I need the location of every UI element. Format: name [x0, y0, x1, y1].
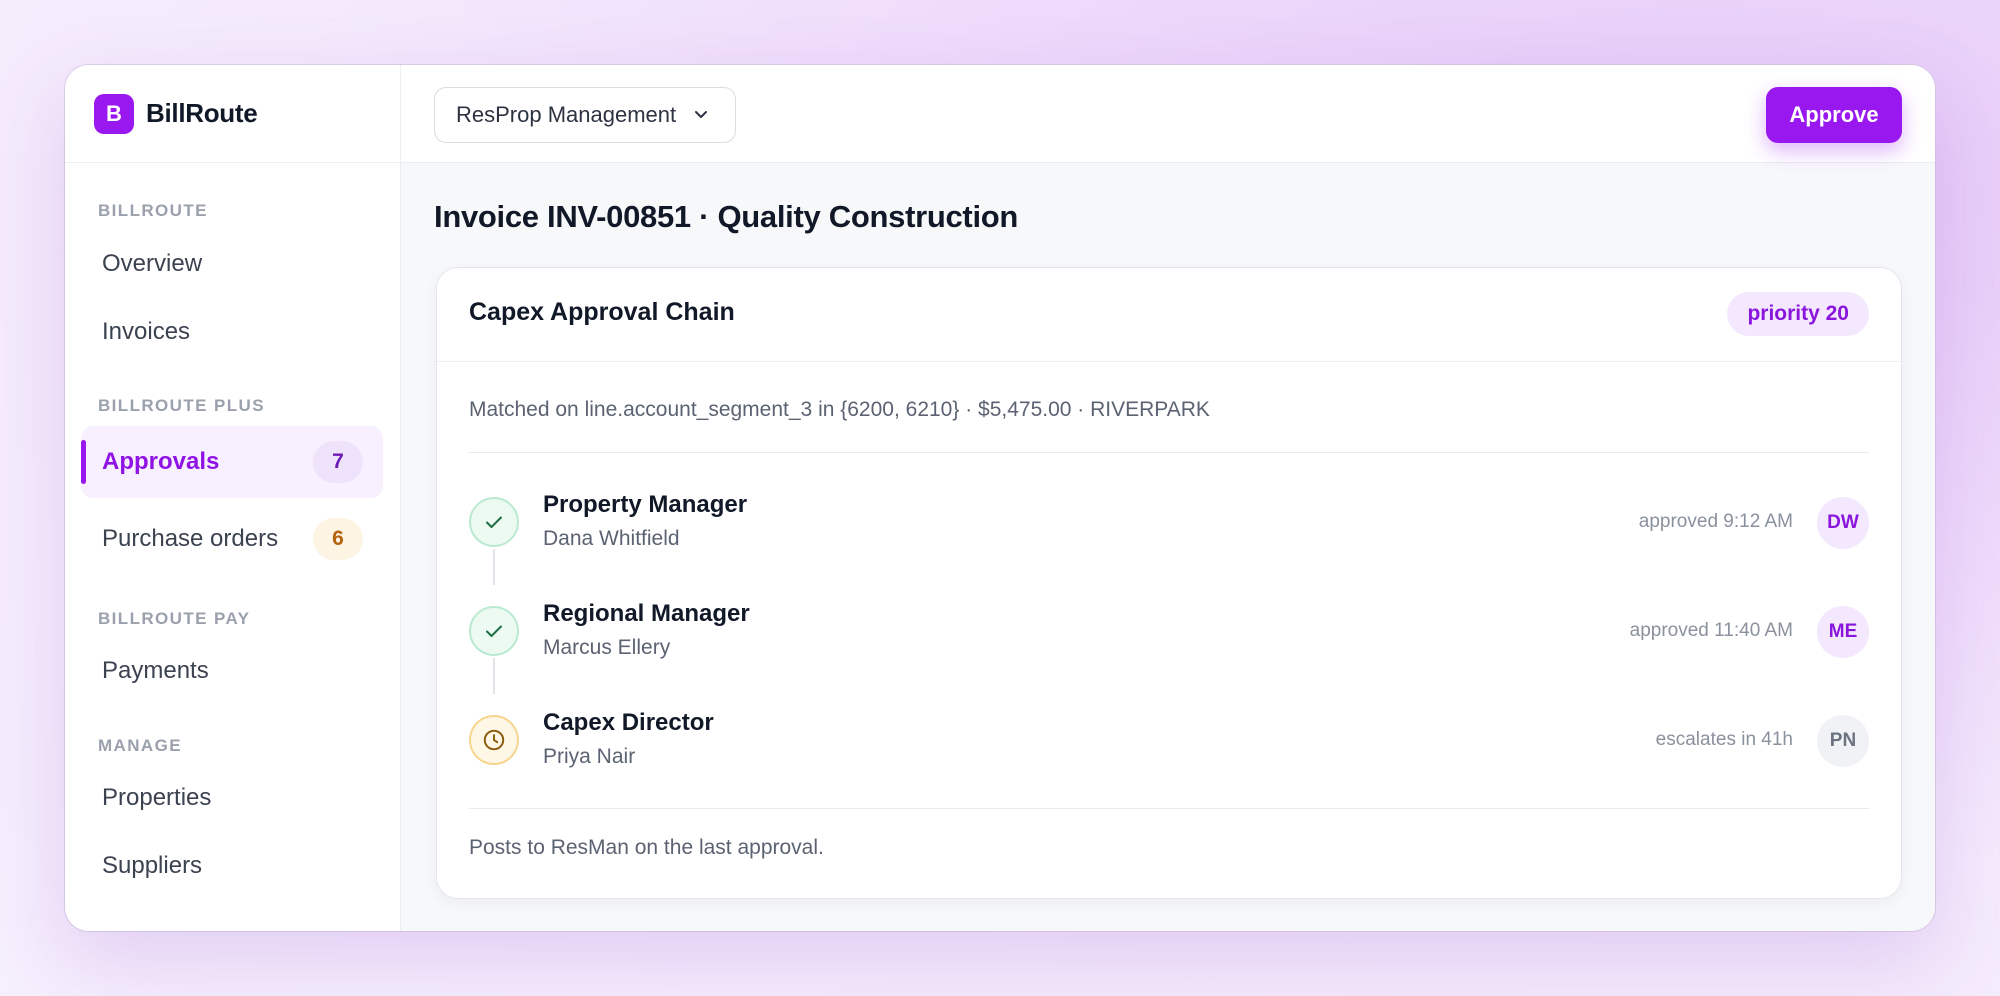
- sidebar-item-label: Properties: [102, 784, 212, 811]
- card-title: Capex Approval Chain: [469, 298, 735, 326]
- step-role: Property Manager: [543, 491, 748, 518]
- check-icon: [469, 606, 519, 656]
- section-label-billroute-pay: BILLROUTE PAY: [98, 609, 251, 628]
- step-role: Capex Director: [543, 709, 714, 736]
- divider: [469, 808, 1869, 809]
- approval-step: Property Manager Dana Whitfield approved…: [469, 487, 1869, 585]
- page-title: Invoice INV-00851 · Quality Construction: [434, 199, 1019, 234]
- sidebar-item-label: Suppliers: [102, 852, 203, 879]
- step-approver: Marcus Ellery: [543, 636, 671, 659]
- sidebar-item-label: Invoices: [102, 318, 191, 345]
- approval-chain-card: Capex Approval Chain priority 20 Matched…: [436, 267, 1902, 899]
- sidebar-item-overview[interactable]: Overview: [81, 228, 383, 300]
- approvals-count-badge: 7: [313, 441, 363, 483]
- posting-note: Posts to ResMan on the last approval.: [469, 836, 824, 859]
- sidebar: B BillRoute BILLROUTE Overview Invoices …: [65, 65, 401, 931]
- step-status: escalates in 41h: [1655, 729, 1793, 750]
- section-label-manage: MANAGE: [98, 736, 182, 755]
- sidebar-item-label: Overview: [102, 250, 203, 277]
- approval-step: Capex Director Priya Nair escalates in 4…: [469, 705, 1869, 775]
- step-connector: [493, 658, 495, 694]
- sidebar-item-approvals[interactable]: Approvals 7: [81, 426, 383, 498]
- step-status: approved 9:12 AM: [1638, 511, 1793, 532]
- brand[interactable]: B BillRoute: [65, 65, 400, 163]
- sidebar-item-label: Approvals: [102, 448, 220, 475]
- organization-select-value: ResProp Management: [456, 102, 677, 127]
- step-approver: Priya Nair: [543, 745, 636, 768]
- brand-logo: B: [94, 93, 134, 134]
- sidebar-item-invoices[interactable]: Invoices: [81, 296, 383, 368]
- step-connector: [493, 549, 495, 585]
- sidebar-item-label: Purchase orders: [102, 525, 279, 552]
- purchase-orders-count-badge: 6: [313, 518, 363, 560]
- sidebar-item-purchase-orders[interactable]: Purchase orders 6: [81, 503, 383, 575]
- step-role: Regional Manager: [543, 600, 750, 627]
- approval-step: Regional Manager Marcus Ellery approved …: [469, 596, 1869, 694]
- match-rule-text: Matched on line.account_segment_3 in {62…: [469, 398, 1210, 421]
- sidebar-item-payments[interactable]: Payments: [81, 635, 383, 707]
- step-approver: Dana Whitfield: [543, 527, 680, 550]
- topbar: ResProp Management Approve: [401, 65, 1935, 163]
- section-label-billroute: BILLROUTE: [98, 201, 208, 220]
- sidebar-item-properties[interactable]: Properties: [81, 762, 383, 834]
- divider: [469, 452, 1869, 453]
- main-content: ResProp Management Approve Invoice INV-0…: [401, 65, 1935, 931]
- app-window: B BillRoute BILLROUTE Overview Invoices …: [65, 65, 1935, 931]
- section-label-billroute-plus: BILLROUTE PLUS: [98, 396, 265, 415]
- sidebar-item-label: Payments: [102, 657, 209, 684]
- sidebar-item-suppliers[interactable]: Suppliers: [81, 830, 383, 902]
- approve-button[interactable]: Approve: [1766, 87, 1902, 143]
- avatar[interactable]: PN: [1817, 715, 1869, 767]
- avatar[interactable]: ME: [1817, 606, 1869, 658]
- check-icon: [469, 497, 519, 547]
- step-status: approved 11:40 AM: [1629, 620, 1793, 641]
- avatar[interactable]: DW: [1817, 497, 1869, 549]
- card-header: Capex Approval Chain priority 20: [437, 268, 1901, 362]
- chevron-down-icon: [689, 102, 713, 132]
- priority-badge: priority 20: [1727, 292, 1869, 336]
- brand-name: BillRoute: [146, 98, 258, 128]
- organization-select[interactable]: ResProp Management: [434, 87, 736, 143]
- clock-icon: [469, 715, 519, 765]
